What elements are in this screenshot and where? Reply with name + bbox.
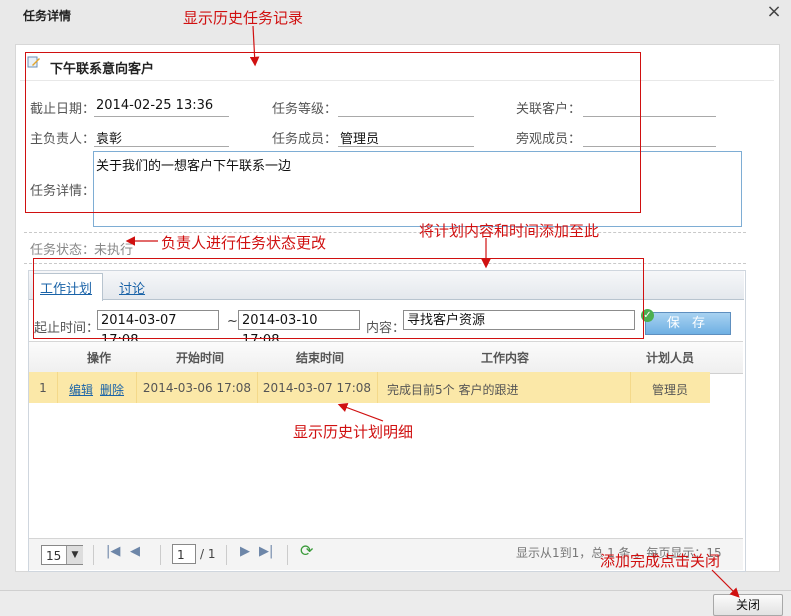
annotation-arrows	[125, 25, 740, 598]
arrow-history-task	[249, 25, 260, 67]
arrow-history-plan	[337, 403, 384, 422]
arrow-close-hint	[711, 569, 740, 598]
